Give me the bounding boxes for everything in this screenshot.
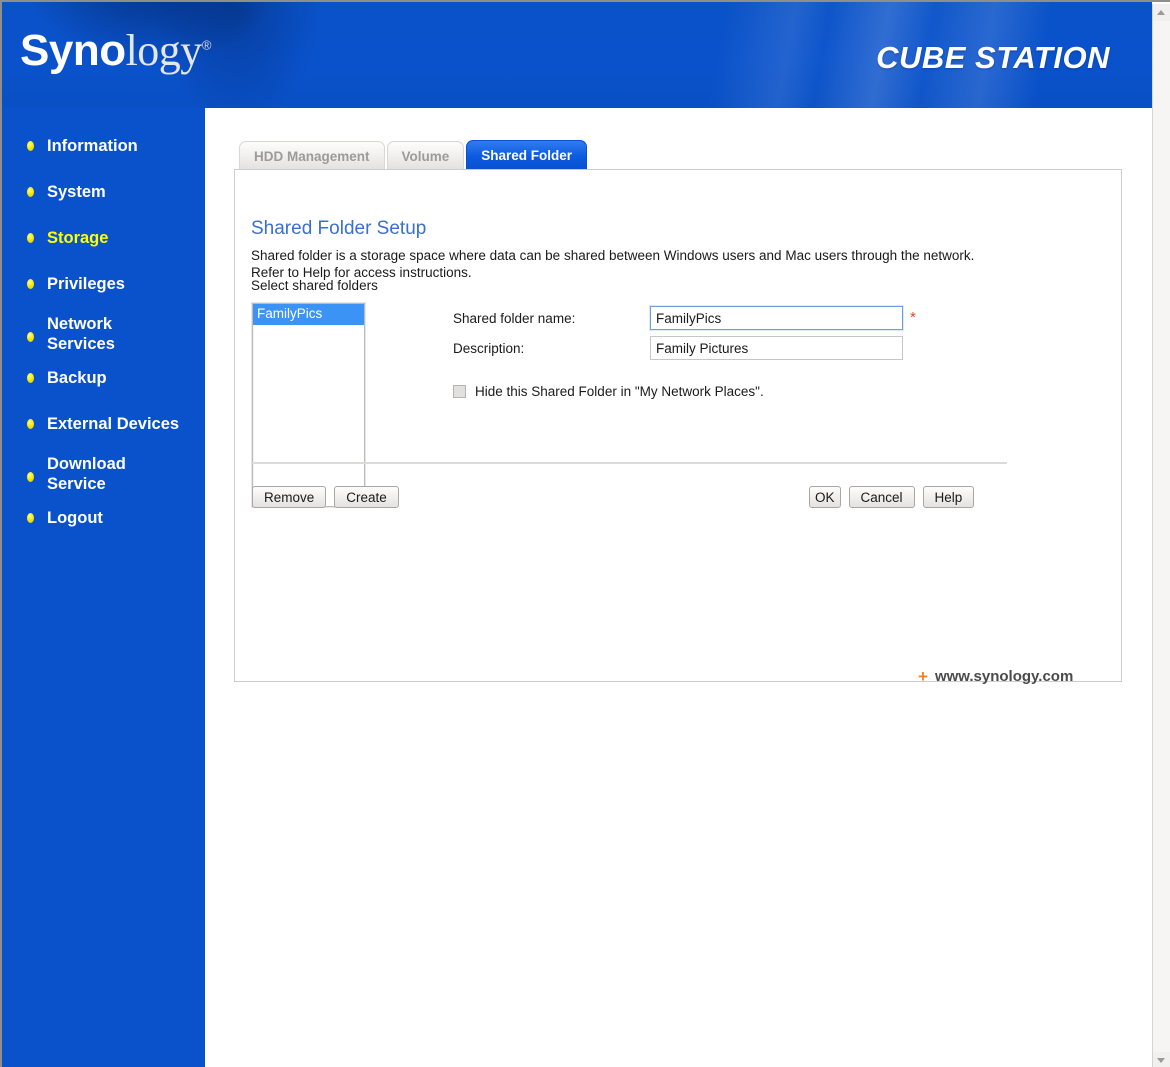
scroll-up-arrow-icon[interactable] <box>1153 4 1170 21</box>
product-title: CUBE STATION <box>876 40 1110 75</box>
description-row: Description: <box>453 336 903 360</box>
tab-volume[interactable]: Volume <box>386 141 465 170</box>
bullet-icon <box>27 373 34 383</box>
bullet-icon <box>27 233 34 243</box>
sidebar-item-label: Backup <box>47 369 107 387</box>
shared-folder-name-label: Shared folder name: <box>453 310 576 326</box>
ok-button[interactable]: OK <box>809 486 841 508</box>
sidebar-item-label: Privileges <box>47 275 125 293</box>
sidebar-item-information[interactable]: Information <box>2 134 205 158</box>
page-frame: Synology® CUBE STATION Information Syste… <box>0 0 1170 1067</box>
sidebar-item-logout[interactable]: Logout <box>2 506 205 530</box>
sidebar-item-label: Logout <box>47 509 103 527</box>
description-label: Description: <box>453 340 525 356</box>
sidebar-item-network-services[interactable]: Network Services <box>2 314 205 354</box>
bullet-icon <box>27 187 34 197</box>
create-button[interactable]: Create <box>334 486 399 508</box>
synology-website-link[interactable]: + www.synology.com <box>918 668 1073 685</box>
bullet-icon <box>27 332 34 342</box>
sidebar-item-system[interactable]: System <box>2 180 205 204</box>
sidebar-item-label: Storage <box>47 229 109 247</box>
tab-label: Volume <box>401 148 450 164</box>
shared-folder-name-row: Shared folder name: * <box>453 306 916 330</box>
tab-shared-folder[interactable]: Shared Folder <box>466 140 588 170</box>
plus-icon: + <box>918 667 928 686</box>
sidebar-navigation: Information System Storage Privileges Ne… <box>2 108 205 1067</box>
tab-label: HDD Management <box>254 148 370 164</box>
shared-folder-panel: Shared Folder Setup Shared folder is a s… <box>234 169 1122 682</box>
bullet-icon <box>27 141 34 151</box>
shared-folder-listbox[interactable]: FamilyPics <box>252 303 365 507</box>
divider <box>251 462 1007 464</box>
sidebar-item-privileges[interactable]: Privileges <box>2 272 205 296</box>
cancel-button[interactable]: Cancel <box>848 486 915 508</box>
section-description: Shared folder is a storage space where d… <box>251 247 975 280</box>
scroll-down-arrow-icon[interactable] <box>1153 1052 1170 1067</box>
logo-text-bold: Syno <box>20 26 126 75</box>
vertical-scrollbar[interactable] <box>1152 4 1170 1067</box>
help-button[interactable]: Help <box>922 486 975 508</box>
right-button-group: OK Cancel Help <box>809 486 975 508</box>
tab-label: Shared Folder <box>481 148 573 163</box>
bullet-icon <box>27 279 34 289</box>
hide-shared-folder-row[interactable]: Hide this Shared Folder in "My Network P… <box>453 384 764 399</box>
select-shared-folders-label: Select shared folders <box>251 278 378 293</box>
sidebar-item-label: System <box>47 183 106 201</box>
bullet-icon <box>27 472 34 482</box>
description-input[interactable] <box>650 336 903 360</box>
scrollbar-track[interactable] <box>1153 21 1170 1052</box>
remove-button[interactable]: Remove <box>252 486 327 508</box>
sidebar-item-label: External Devices <box>47 415 180 433</box>
bullet-icon <box>27 513 34 523</box>
sidebar-item-download-service[interactable]: Download Service <box>2 454 205 494</box>
hide-shared-folder-label: Hide this Shared Folder in "My Network P… <box>475 384 764 399</box>
sidebar-item-label: Information <box>47 137 138 155</box>
page-title: Shared Folder Setup <box>251 217 427 239</box>
hide-shared-folder-checkbox[interactable] <box>453 385 466 398</box>
tab-hdd-management[interactable]: HDD Management <box>239 141 385 170</box>
sidebar-item-storage[interactable]: Storage <box>2 226 205 250</box>
logo-text-light: logy <box>125 26 203 75</box>
required-asterisk: * <box>910 309 916 326</box>
left-button-group: Remove Create <box>252 486 399 508</box>
sidebar-item-backup[interactable]: Backup <box>2 366 205 390</box>
main-content: HDD Management Volume Shared Folder Shar… <box>205 108 1152 1067</box>
bullet-icon <box>27 419 34 429</box>
sidebar-item-external-devices[interactable]: External Devices <box>2 412 205 436</box>
header-banner: Synology® CUBE STATION <box>2 2 1152 108</box>
list-item[interactable]: FamilyPics <box>253 304 364 325</box>
shared-folder-name-input[interactable] <box>650 306 903 330</box>
synology-website-label: www.synology.com <box>934 668 1074 685</box>
synology-logo: Synology® <box>20 29 211 73</box>
sidebar-item-label: Network Services <box>47 315 115 353</box>
tab-bar: HDD Management Volume Shared Folder <box>239 140 588 170</box>
registered-trademark-icon: ® <box>201 37 212 53</box>
sidebar-item-label: Download Service <box>47 455 126 493</box>
